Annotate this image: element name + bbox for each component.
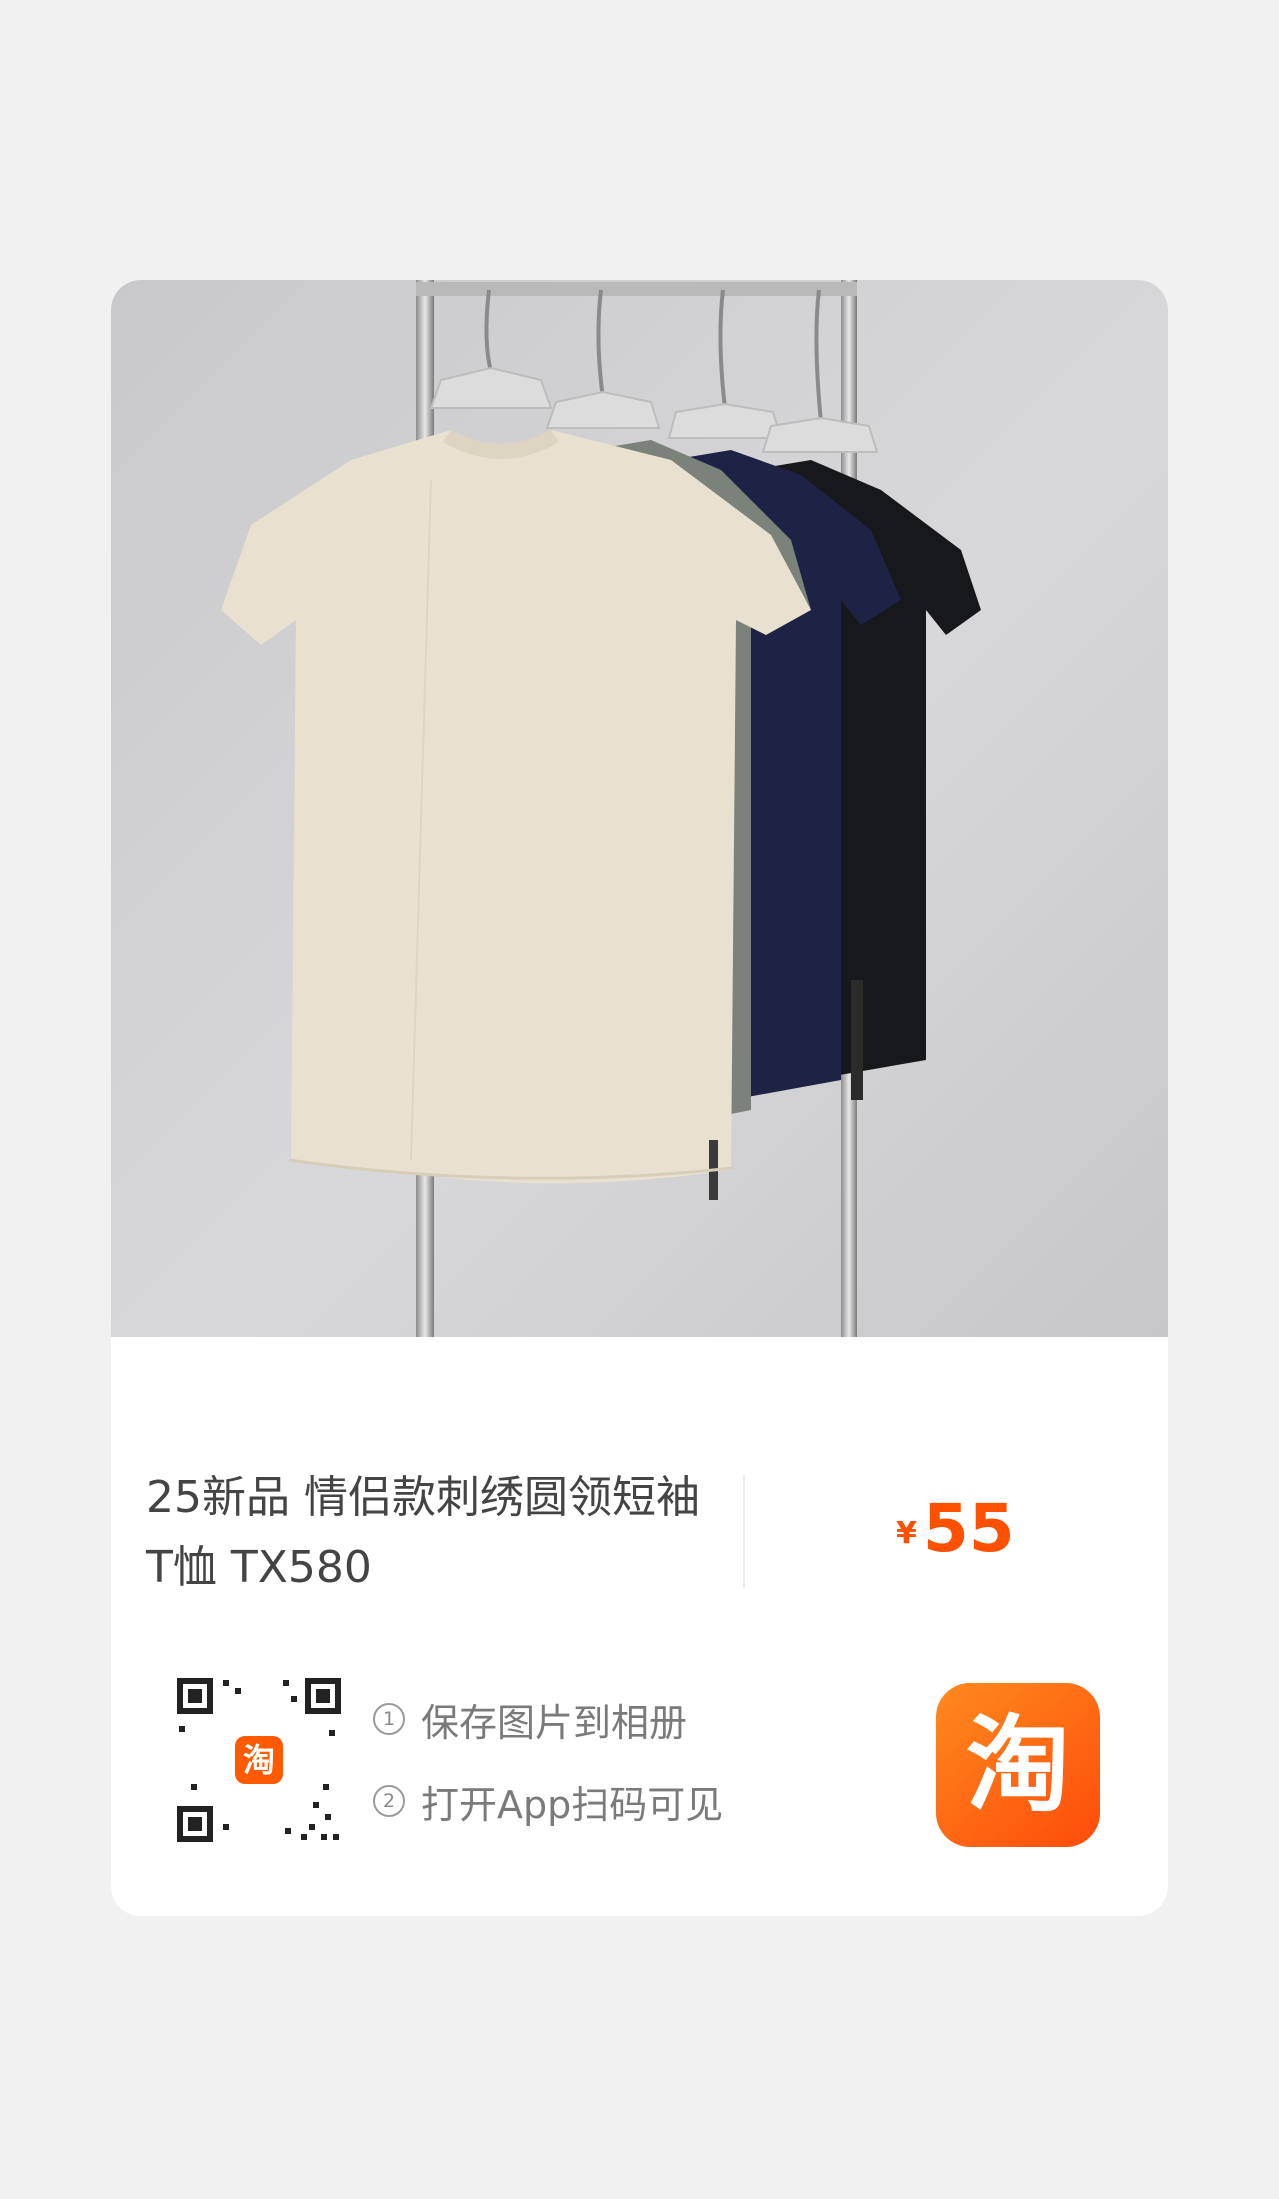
- step-1-number: 1: [373, 1703, 405, 1735]
- price-currency: ¥: [896, 1516, 917, 1551]
- product-title[interactable]: 25新品 情侣款刺绣圆领短袖T恤 TX580: [146, 1463, 706, 1603]
- qr-code[interactable]: 淘: [173, 1674, 345, 1846]
- step-1-text: 保存图片到相册: [421, 1700, 688, 1745]
- share-card: 25新品 情侣款刺绣圆领短袖T恤 TX580 ¥55 淘 1 保存图片到相册 2…: [111, 280, 1168, 1916]
- step-save: 1 保存图片到相册: [373, 1678, 723, 1760]
- step-open-app: 2 打开App扫码可见: [373, 1760, 723, 1842]
- product-image[interactable]: [111, 280, 1168, 1337]
- step-2-text: 打开App扫码可见: [421, 1782, 724, 1827]
- product-price: ¥55: [896, 1490, 1015, 1567]
- divider: [743, 1475, 745, 1587]
- taobao-logo-icon[interactable]: 淘: [936, 1683, 1100, 1847]
- qr-app-badge: 淘: [235, 1736, 283, 1784]
- step-2-number: 2: [373, 1785, 405, 1817]
- qr-badge-text: 淘: [242, 1741, 275, 1779]
- price-value: 55: [922, 1490, 1015, 1567]
- scan-instructions: 1 保存图片到相册 2 打开App扫码可见: [373, 1678, 723, 1842]
- app-logo-text: 淘: [965, 1704, 1070, 1826]
